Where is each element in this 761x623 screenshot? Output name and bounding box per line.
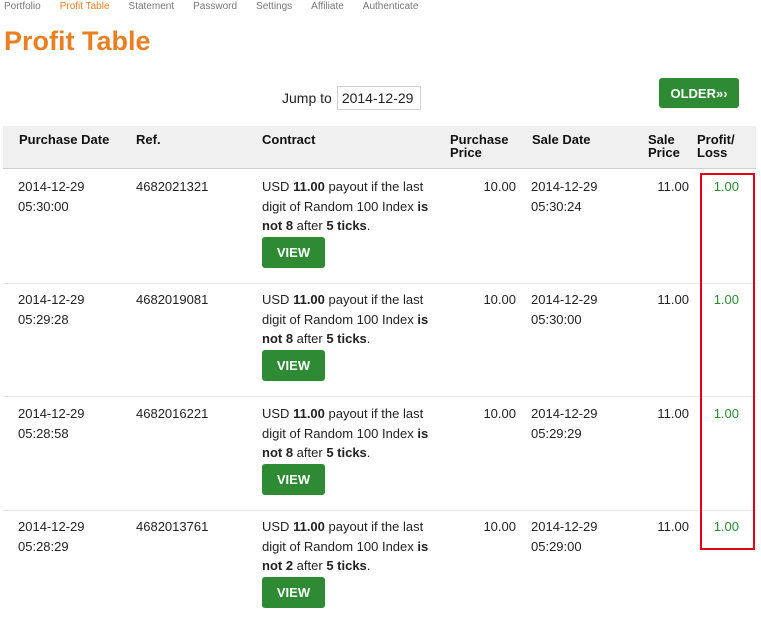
sale-date-cell: 2014-12-29 05:29:29 (531, 406, 598, 441)
ref-cell: 4682019081 (136, 292, 209, 307)
nav-authenticate[interactable]: Authenticate (363, 0, 419, 14)
profit-loss-highlight (700, 173, 755, 550)
view-button[interactable]: VIEW (262, 463, 325, 495)
contract-description: USD 11.00 payout if the last digit of Ra… (262, 406, 429, 460)
header-sale-date: Sale Date (532, 132, 591, 147)
purchase-price-cell: 10.00 (483, 179, 516, 194)
header-contract: Contract (262, 132, 316, 147)
contract-cell: USD 11.00 payout if the last digit of Ra… (262, 290, 434, 381)
sale-price-cell: 11.00 (657, 406, 689, 421)
view-button[interactable]: VIEW (262, 349, 325, 381)
contract-cell: USD 11.00 payout if the last digit of Ra… (262, 404, 434, 495)
sale-date-cell: 2014-12-29 05:30:00 (531, 292, 598, 327)
header-purchase-price: Purchase Price (450, 132, 509, 160)
ref-cell: 4682013761 (136, 519, 209, 534)
table-row: 2014-12-29 05:28:58 4682016221 USD 11.00 pa… (3, 397, 756, 511)
purchase-price-cell: 10.00 (483, 406, 516, 421)
contract-description: USD 11.00 payout if the last digit of Ra… (262, 179, 429, 233)
jump-to-date-input[interactable] (336, 86, 421, 110)
nav-profit-table[interactable]: Profit Table (60, 0, 110, 14)
purchase-price-cell: 10.00 (483, 519, 516, 534)
nav-statement[interactable]: Statement (129, 0, 175, 14)
nav-settings[interactable]: Settings (256, 0, 292, 14)
sale-date-cell: 2014-12-29 05:29:00 (531, 519, 598, 554)
table-row: 2014-12-29 05:29:28 4682019081 USD 11.00 pa… (3, 283, 756, 397)
nav-affiliate[interactable]: Affiliate (311, 0, 344, 14)
purchase-date-cell: 2014-12-29 05:28:29 (18, 519, 85, 554)
view-button[interactable]: VIEW (262, 236, 325, 268)
sale-price-cell: 11.00 (657, 519, 689, 534)
sale-date-cell: 2014-12-29 05:30:24 (531, 179, 598, 214)
table-row: 2014-12-29 05:28:29 4682013761 USD 11.00 pa… (3, 510, 756, 623)
nav-password[interactable]: Password (193, 0, 237, 14)
contract-cell: USD 11.00 payout if the last digit of Ra… (262, 517, 434, 608)
table-row: 2014-12-29 05:30:00 4682021321 USD 11.00 pa… (3, 170, 756, 284)
purchase-date-cell: 2014-12-29 05:30:00 (18, 179, 85, 214)
header-sale-price: Sale Price (648, 132, 680, 160)
purchase-date-cell: 2014-12-29 05:28:58 (18, 406, 85, 441)
contract-description: USD 11.00 payout if the last digit of Ra… (262, 519, 429, 573)
purchase-price-cell: 10.00 (483, 292, 516, 307)
jump-to-control: Jump to (282, 86, 421, 110)
ref-cell: 4682021321 (136, 179, 209, 194)
table-header: Purchase Date Ref. Contract Purchase Pri… (3, 126, 756, 169)
header-purchase-date: Purchase Date (19, 132, 110, 147)
contract-description: USD 11.00 payout if the last digit of Ra… (262, 292, 429, 346)
sale-price-cell: 11.00 (657, 292, 689, 307)
header-profit-loss: Profit/ Loss (697, 132, 735, 160)
older-button[interactable]: OLDER»› (659, 78, 739, 108)
nav-portfolio[interactable]: Portfolio (4, 0, 41, 14)
jump-to-label: Jump to (282, 90, 332, 106)
top-nav: Portfolio Profit Table Statement Passwor… (4, 0, 437, 14)
ref-cell: 4682016221 (136, 406, 209, 421)
page-title: Profit Table (4, 26, 151, 56)
contract-cell: USD 11.00 payout if the last digit of Ra… (262, 177, 434, 268)
sale-price-cell: 11.00 (657, 179, 689, 194)
view-button[interactable]: VIEW (262, 576, 325, 608)
purchase-date-cell: 2014-12-29 05:29:28 (18, 292, 85, 327)
header-ref: Ref. (136, 132, 161, 147)
